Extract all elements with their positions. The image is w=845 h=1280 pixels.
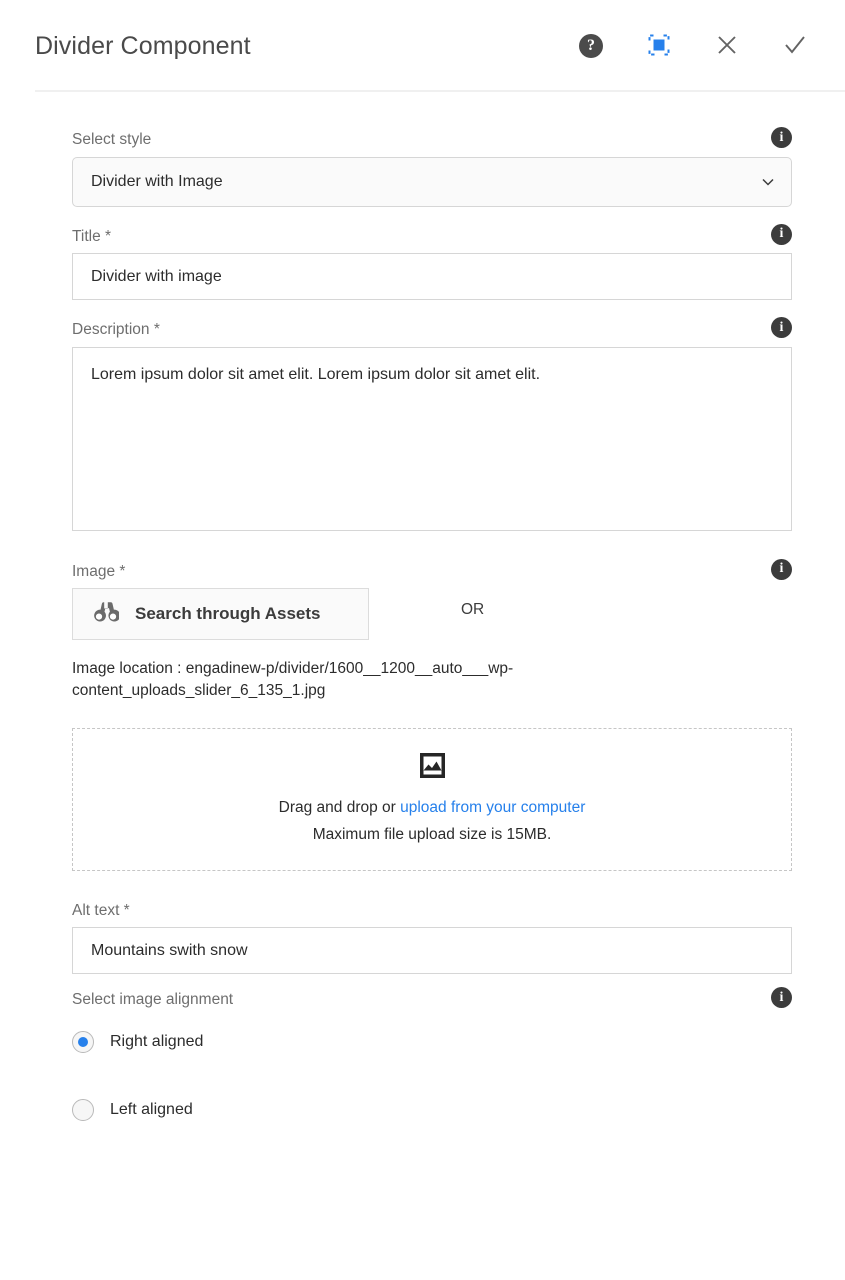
style-select-value: Divider with Image	[91, 172, 223, 190]
page-title: Divider Component	[35, 31, 251, 60]
image-location-text: Image location : engadinew-p/divider/160…	[72, 660, 514, 700]
info-icon[interactable]: i	[771, 317, 792, 338]
radio-button-selected[interactable]	[72, 1030, 94, 1053]
description-label: Description *	[72, 321, 160, 338]
help-icon: ?	[579, 34, 603, 58]
close-button[interactable]	[712, 31, 742, 61]
info-icon[interactable]: i	[771, 558, 792, 580]
info-icon[interactable]: i	[771, 127, 792, 148]
image-dropzone[interactable]: Drag and drop or upload from your comput…	[72, 727, 792, 871]
radio-right-aligned[interactable]: Right aligned	[72, 1030, 792, 1053]
image-label: Image *	[72, 562, 126, 580]
field-image: Image * i Search through Assets OR Image…	[72, 558, 792, 871]
dropzone-size-text: Maximum file upload size is 15MB.	[312, 825, 552, 843]
component-form: Select style i Divider with Image Title …	[0, 127, 845, 1121]
field-description: Description * i Lorem ipsum dolor sit am…	[72, 317, 792, 536]
search-assets-button[interactable]: Search through Assets	[72, 588, 369, 640]
description-textarea[interactable]: Lorem ipsum dolor sit amet elit. Lorem i…	[72, 346, 792, 531]
chevron-down-icon	[761, 175, 775, 189]
radio-right-aligned-label: Right aligned	[110, 1032, 204, 1050]
help-button[interactable]: ?	[576, 31, 606, 61]
field-select-style: Select style i Divider with Image	[72, 127, 792, 207]
select-style-label: Select style	[72, 131, 152, 148]
radio-button-unselected[interactable]	[72, 1098, 94, 1121]
fullscreen-icon	[647, 33, 671, 60]
image-placeholder-icon	[419, 752, 446, 784]
style-select[interactable]: Divider with Image	[72, 156, 792, 207]
header-divider	[35, 90, 845, 92]
upload-link[interactable]: upload from your computer	[400, 799, 585, 816]
info-icon[interactable]: i	[771, 223, 792, 245]
alt-text-label: Alt text *	[72, 901, 130, 919]
alt-text-input[interactable]	[72, 927, 792, 975]
title-label: Title *	[72, 227, 112, 245]
field-alt-text: Alt text *	[72, 903, 792, 975]
radio-dot	[78, 1036, 88, 1047]
radio-left-aligned-label: Left aligned	[110, 1100, 193, 1118]
field-image-alignment: Select image alignment i Right aligned L…	[72, 987, 792, 1121]
image-source-row: Search through Assets OR	[72, 588, 792, 640]
dropzone-primary-text: Drag and drop or upload from your comput…	[279, 796, 586, 820]
alignment-label: Select image alignment	[72, 991, 234, 1009]
or-separator: OR	[461, 601, 485, 618]
fullscreen-button[interactable]	[644, 31, 674, 61]
title-input[interactable]	[72, 253, 792, 300]
close-icon	[716, 34, 738, 59]
radio-left-aligned[interactable]: Left aligned	[72, 1098, 792, 1121]
confirm-button[interactable]	[780, 31, 810, 61]
dropzone-prefix: Drag and drop or	[278, 798, 401, 816]
check-icon	[783, 33, 807, 60]
binoculars-icon	[93, 601, 121, 628]
dialog-header: Divider Component ?	[0, 0, 845, 92]
field-title: Title * i	[72, 223, 792, 300]
header-actions: ?	[576, 0, 810, 92]
search-assets-label: Search through Assets	[135, 604, 321, 623]
